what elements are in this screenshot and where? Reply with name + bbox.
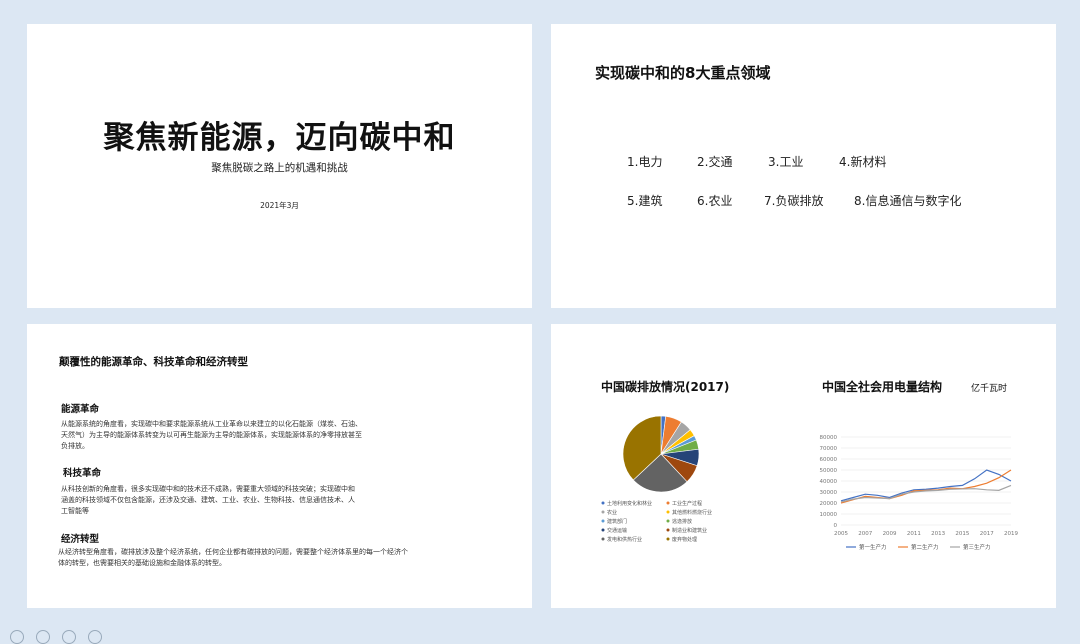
pie-chart-title: 中国碳排放情况(2017) xyxy=(601,380,730,394)
legend-label: 废弃物处理 xyxy=(672,536,697,543)
legend-label: 第三生产力 xyxy=(963,543,991,551)
area-item: 6.农业 xyxy=(697,194,733,208)
area-item: 1.电力 xyxy=(627,155,663,169)
series-line xyxy=(840,484,1012,503)
x-tick-label: 2011 xyxy=(907,531,921,537)
slide-charts[interactable]: 中国碳排放情况(2017) 中国全社会用电量结构 亿千瓦时 土地利用变化和林业 工… xyxy=(551,324,1056,608)
legend-marker xyxy=(601,501,605,505)
section-heading: 科技革命 xyxy=(63,468,102,479)
legend-marker xyxy=(666,510,670,514)
area-item: 7.负碳排放 xyxy=(764,194,824,208)
x-tick-label: 2017 xyxy=(980,531,994,537)
y-tick-label: 0 xyxy=(834,523,838,529)
section-heading: 经济转型 xyxy=(61,534,100,545)
slide-revolutions[interactable]: 颠覆性的能源革命、科技革命和经济转型 能源革命 从能源系统的角度看，实现碳中和要… xyxy=(27,324,532,608)
legend-label: 发电和供热行业 xyxy=(607,536,642,543)
toolbar-icon[interactable] xyxy=(62,630,76,644)
legend-marker xyxy=(666,519,670,523)
section-text: 从经济转型角度看，碳排放涉及整个经济系统，任何企业都有碳排放的问题，需要整个经济… xyxy=(58,548,408,567)
slide-title[interactable]: 聚焦新能源，迈向碳中和 聚焦脱碳之路上的机遇和挑战 2021年3月 xyxy=(27,24,532,308)
slide-focus-areas[interactable]: 实现碳中和的8大重点领域 1.电力 2.交通 3.工业 4.新材料 5.建筑 6… xyxy=(551,24,1056,308)
slide-heading: 颠覆性的能源革命、科技革命和经济转型 xyxy=(59,356,248,368)
legend-marker xyxy=(666,537,670,541)
area-item: 4.新材料 xyxy=(839,155,887,169)
y-tick-label: 60000 xyxy=(820,457,838,463)
legend-marker xyxy=(601,510,605,514)
line-chart-title: 中国全社会用电量结构 xyxy=(822,380,943,394)
y-tick-label: 70000 xyxy=(820,446,838,452)
legend-label: 农业 xyxy=(607,509,617,516)
legend-label: 制造业和建筑业 xyxy=(672,527,707,534)
y-tick-label: 80000 xyxy=(820,435,838,441)
toolbar-icon[interactable] xyxy=(88,630,102,644)
subtitle: 聚焦脱碳之路上的机遇和挑战 xyxy=(211,162,348,174)
x-tick-label: 2019 xyxy=(1004,531,1018,537)
date-label: 2021年3月 xyxy=(260,201,299,210)
legend-marker xyxy=(601,519,605,523)
legend-label: 逃逸排放 xyxy=(672,518,692,525)
area-item: 5.建筑 xyxy=(627,194,663,208)
x-tick-label: 2005 xyxy=(834,531,848,537)
y-tick-label: 20000 xyxy=(820,501,838,507)
y-tick-label: 10000 xyxy=(820,512,838,518)
x-tick-label: 2009 xyxy=(883,531,897,537)
area-item: 3.工业 xyxy=(768,155,804,169)
legend-label: 建筑部门 xyxy=(607,518,627,525)
legend-marker xyxy=(666,501,670,505)
slide-heading: 实现碳中和的8大重点领域 xyxy=(595,64,771,82)
section-heading: 能源革命 xyxy=(61,404,100,415)
legend-marker xyxy=(601,528,605,532)
legend-label: 第一生产力 xyxy=(859,543,887,551)
x-tick-label: 2013 xyxy=(931,531,945,537)
unit-label: 亿千瓦时 xyxy=(971,384,1008,394)
legend-marker xyxy=(666,528,670,532)
toolbar-icon[interactable] xyxy=(36,630,50,644)
main-title: 聚焦新能源，迈向碳中和 xyxy=(103,120,456,156)
pie-chart: 土地利用变化和林业 工业生产过程农业 其他燃料燃烧行业建筑部门 逃逸排放交通运输 制造业… xyxy=(601,415,712,543)
area-item: 8.信息通信与数字化 xyxy=(854,194,962,208)
section-text: 从能源系统的角度看，实现碳中和要求能源系统从工业革命以来建立的以化石能源（煤炭、… xyxy=(61,420,362,450)
y-tick-label: 50000 xyxy=(820,468,838,474)
section-text: 从科技创新的角度看，很多实现碳中和的技术还不成熟，需要重大领域的科技突破；实现碳… xyxy=(61,485,355,515)
y-tick-label: 40000 xyxy=(820,479,838,485)
toolbar-icon[interactable] xyxy=(10,630,24,644)
x-tick-label: 2015 xyxy=(955,531,969,537)
legend-label: 土地利用变化和林业 xyxy=(607,500,652,507)
legend-label: 其他燃料燃烧行业 xyxy=(672,509,712,516)
y-tick-label: 30000 xyxy=(820,490,838,496)
legend-label: 第二生产力 xyxy=(911,543,939,551)
legend-label: 交通运输 xyxy=(607,527,627,534)
x-tick-label: 2007 xyxy=(858,531,872,537)
line-chart: 0 10000 20000 30000 40000 50000 60000 70000 8000… xyxy=(820,435,1019,551)
legend-marker xyxy=(601,537,605,541)
legend-label: 工业生产过程 xyxy=(672,500,702,507)
area-item: 2.交通 xyxy=(697,155,733,169)
